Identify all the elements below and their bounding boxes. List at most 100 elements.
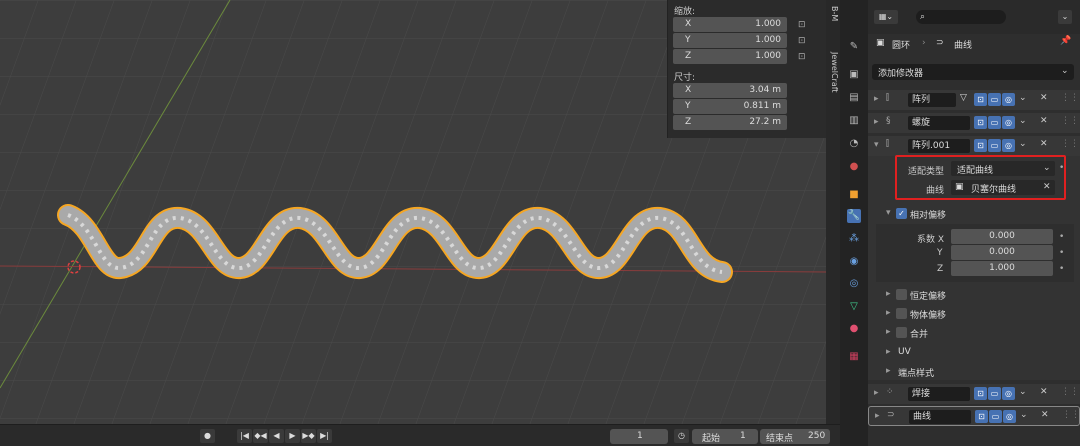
expand-arrow-icon: ▸ [886, 366, 891, 376]
record-icon[interactable]: ● [200, 429, 215, 443]
end-frame-field[interactable]: 结束点 250 [760, 429, 830, 444]
curve-data-icon: ⊃ [936, 38, 944, 48]
breadcrumb-separator: › [922, 38, 926, 48]
modifier-array-001[interactable]: ▾ ⫿ 阵列.001 ⊡ ▭ ◎ ⌄ ✕ ⋮⋮ [868, 136, 1080, 156]
lock-icon[interactable]: ⊡ [798, 20, 810, 30]
array-modifier-icon: ⫿ [886, 93, 889, 103]
world-icon[interactable]: ● [847, 160, 861, 174]
keyframe-dot-icon[interactable]: • [1059, 264, 1064, 274]
lock-icon[interactable]: ⊡ [798, 36, 810, 46]
edit-mode-icon[interactable]: ⊡ [974, 93, 987, 106]
close-icon: ✕ [1040, 387, 1048, 397]
close-icon: ✕ [1040, 116, 1048, 126]
scene-icon[interactable]: ◔ [847, 137, 861, 151]
object-icon[interactable]: ■ [847, 188, 861, 202]
modifier-name-field[interactable]: 曲线 [909, 410, 971, 424]
edit-mode-icon[interactable]: ⊡ [975, 410, 988, 423]
viewport-display-icon[interactable]: ▭ [989, 410, 1002, 423]
object-type-icon: ▣ [876, 38, 885, 48]
modifier-screw[interactable]: ▸ § 螺旋 ⊡ ▭ ◎ ⌄ ✕ ⋮⋮ [868, 113, 1080, 133]
keyframe-dot-icon[interactable]: • [1059, 248, 1064, 258]
chevron-down-icon: ⌄ [1061, 66, 1069, 76]
start-frame-field[interactable]: 起始 1 [692, 429, 758, 444]
viewport-display-icon[interactable]: ▭ [988, 139, 1001, 152]
viewport-display-icon[interactable]: ▭ [988, 116, 1001, 129]
edit-mode-icon[interactable]: ⊡ [974, 387, 987, 400]
tab-bm[interactable]: B-M [827, 6, 839, 21]
texture-icon[interactable]: ▦ [847, 350, 861, 364]
viewport-display-icon[interactable]: ▭ [988, 93, 1001, 106]
object-offset-checkbox[interactable] [896, 308, 907, 319]
factor-x-field[interactable]: 0.000 [951, 229, 1053, 244]
expand-arrow-icon: ▸ [874, 94, 879, 104]
constraints-icon[interactable]: ◎ [847, 277, 861, 291]
viewport-display-icon[interactable]: ▭ [988, 387, 1001, 400]
uv-section[interactable]: UV [898, 347, 911, 357]
play-reverse-icon[interactable]: ◀ [269, 429, 284, 443]
transform-sidebar: 缩放: X 1.000 Y 1.000 Z 1.000 ⊡ ⊡ ⊡ 尺寸: X 3.04… [667, 0, 826, 138]
render-display-icon[interactable]: ◎ [1002, 93, 1015, 106]
collapse-arrow-icon: ▾ [874, 140, 879, 150]
render-display-icon[interactable]: ◎ [1003, 410, 1016, 423]
edit-cage-icon: ▽ [960, 93, 967, 103]
factor-z-field[interactable]: 1.000 [951, 261, 1053, 276]
edit-mode-icon[interactable]: ⊡ [974, 116, 987, 129]
object-offset-label: 物体偏移 [910, 311, 947, 321]
modifier-name-field[interactable]: 焊接 [908, 387, 970, 401]
modifier-array[interactable]: ▸ ⫿ 阵列 ▽ ⊡ ▭ ◎ ⌄ ✕ ⋮⋮ [868, 90, 1080, 110]
factor-z-label: Z [937, 264, 944, 274]
array-modifier-icon: ⫿ [886, 139, 889, 149]
view-layer-icon[interactable]: ▥ [847, 114, 861, 128]
relative-offset-checkbox[interactable]: ✓ [896, 208, 907, 219]
render-icon[interactable]: ▣ [847, 68, 861, 82]
scale-x-field[interactable]: X 1.000 [673, 17, 787, 32]
scale-z-field[interactable]: Z 1.000 [673, 49, 787, 64]
play-icon[interactable]: ▶ [285, 429, 300, 443]
jump-end-icon[interactable]: ▶| [317, 429, 332, 443]
current-frame-field[interactable]: 1 [610, 429, 668, 444]
dim-x-field[interactable]: X 3.04 m [673, 83, 787, 98]
merge-checkbox[interactable] [896, 327, 907, 338]
modifier-name-field[interactable]: 螺旋 [908, 116, 970, 130]
breadcrumb-object: 圆环 [892, 41, 911, 51]
chevron-down-icon: ⌄ [1020, 410, 1028, 420]
pin-icon[interactable]: 📌 [1060, 36, 1071, 46]
constant-offset-checkbox[interactable] [896, 289, 907, 300]
edit-mode-icon[interactable]: ⊡ [974, 139, 987, 152]
particles-icon[interactable]: ⁂ [847, 232, 861, 246]
scale-y-field[interactable]: Y 1.000 [673, 33, 787, 48]
keyframe-dot-icon[interactable]: • [1059, 232, 1064, 242]
properties-tabs: ✎ ▣ ▤ ▥ ◔ ● ■ 🔧 ⁂ ◉ ◎ ▽ ● ▦ [840, 0, 868, 446]
clock-icon[interactable]: ◷ [674, 429, 689, 443]
data-icon[interactable]: ▽ [847, 300, 861, 314]
modifier-name-field[interactable]: 阵列.001 [908, 139, 970, 153]
physics-icon[interactable]: ◉ [847, 255, 861, 269]
tab-jewelcraft[interactable]: JewelCraft [827, 52, 839, 93]
search-input[interactable]: ⌕ [916, 10, 1006, 24]
dim-z-field[interactable]: Z 27.2 m [673, 115, 787, 130]
caps-section[interactable]: 端点样式 [898, 366, 934, 379]
prev-key-icon[interactable]: ◆◀ [253, 429, 268, 443]
render-display-icon[interactable]: ◎ [1002, 139, 1015, 152]
modifier-icon[interactable]: 🔧 [847, 209, 861, 223]
factor-y-field[interactable]: 0.000 [951, 245, 1053, 260]
sidebar-tabs: B-M JewelCraft [826, 0, 840, 446]
merge-label: 合并 [910, 330, 929, 340]
output-icon[interactable]: ▤ [847, 91, 861, 105]
3d-viewport[interactable]: 缩放: X 1.000 Y 1.000 Z 1.000 ⊡ ⊡ ⊡ 尺寸: X 3.04… [0, 0, 826, 446]
modifier-curve[interactable]: ▸ ⊃ 曲线 ⊡ ▭ ◎ ⌄ ✕ ⋮⋮ [868, 406, 1080, 426]
add-modifier-dropdown[interactable]: 添加修改器 ⌄ [872, 64, 1074, 80]
weld-modifier-icon: ⁘ [886, 387, 894, 397]
material-icon[interactable]: ● [847, 322, 861, 336]
dim-y-field[interactable]: Y 0.811 m [673, 99, 787, 114]
modifier-name-field[interactable]: 阵列 [908, 93, 956, 107]
editor-type-icon[interactable]: ▦⌄ [874, 10, 898, 24]
next-key-icon[interactable]: ▶◆ [301, 429, 316, 443]
tool-icon[interactable]: ✎ [847, 40, 861, 54]
render-display-icon[interactable]: ◎ [1002, 387, 1015, 400]
render-display-icon[interactable]: ◎ [1002, 116, 1015, 129]
jump-start-icon[interactable]: |◀ [237, 429, 252, 443]
lock-icon[interactable]: ⊡ [798, 52, 810, 62]
options-dropdown[interactable]: ⌄ [1058, 10, 1072, 24]
modifier-weld[interactable]: ▸ ⁘ 焊接 ⊡ ▭ ◎ ⌄ ✕ ⋮⋮ [868, 384, 1080, 404]
